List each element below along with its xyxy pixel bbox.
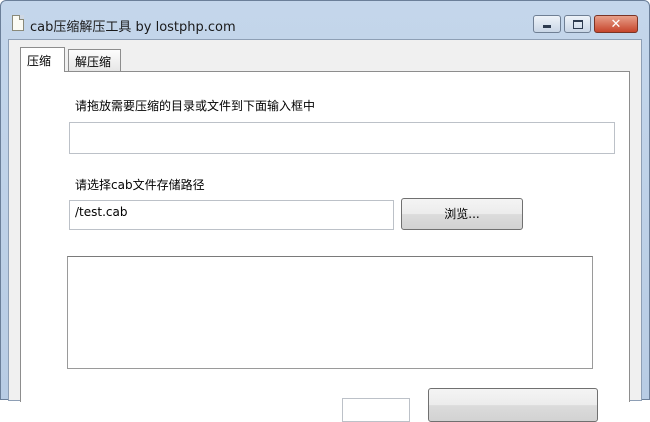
minimize-icon [543, 25, 551, 28]
dest-label: 请选择cab文件存储路径 [75, 178, 205, 192]
title-bar[interactable]: cab压缩解压工具 by lostphp.com ✕ [1, 1, 649, 39]
compress-action-button[interactable] [428, 388, 598, 422]
document-icon [12, 15, 24, 31]
bottom-input-field[interactable] [342, 398, 410, 422]
tab-decompress[interactable]: 解压缩 [68, 49, 121, 71]
tab-compress[interactable]: 压缩 [20, 47, 65, 72]
close-icon: ✕ [610, 16, 622, 32]
source-label: 请拖放需要压缩的目录或文件到下面输入框中 [75, 99, 316, 113]
close-button[interactable]: ✕ [594, 15, 638, 33]
client-area: 压缩 解压缩 请拖放需要压缩的目录或文件到下面输入框中 请选择cab文件存储路径… [8, 39, 642, 422]
log-textarea[interactable] [67, 256, 593, 369]
maximize-icon [572, 19, 583, 29]
app-window: cab压缩解压工具 by lostphp.com ✕ 压缩 解压缩 请拖放需要压… [0, 0, 650, 422]
browse-button[interactable]: 浏览... [401, 198, 523, 230]
maximize-button[interactable] [564, 15, 591, 33]
window-title: cab压缩解压工具 by lostphp.com [30, 20, 236, 35]
minimize-button[interactable] [533, 15, 561, 33]
dest-path-input[interactable]: /test.cab [69, 200, 394, 230]
source-drop-input[interactable] [69, 122, 615, 154]
compress-panel: 请拖放需要压缩的目录或文件到下面输入框中 请选择cab文件存储路径 /test.… [20, 71, 630, 422]
